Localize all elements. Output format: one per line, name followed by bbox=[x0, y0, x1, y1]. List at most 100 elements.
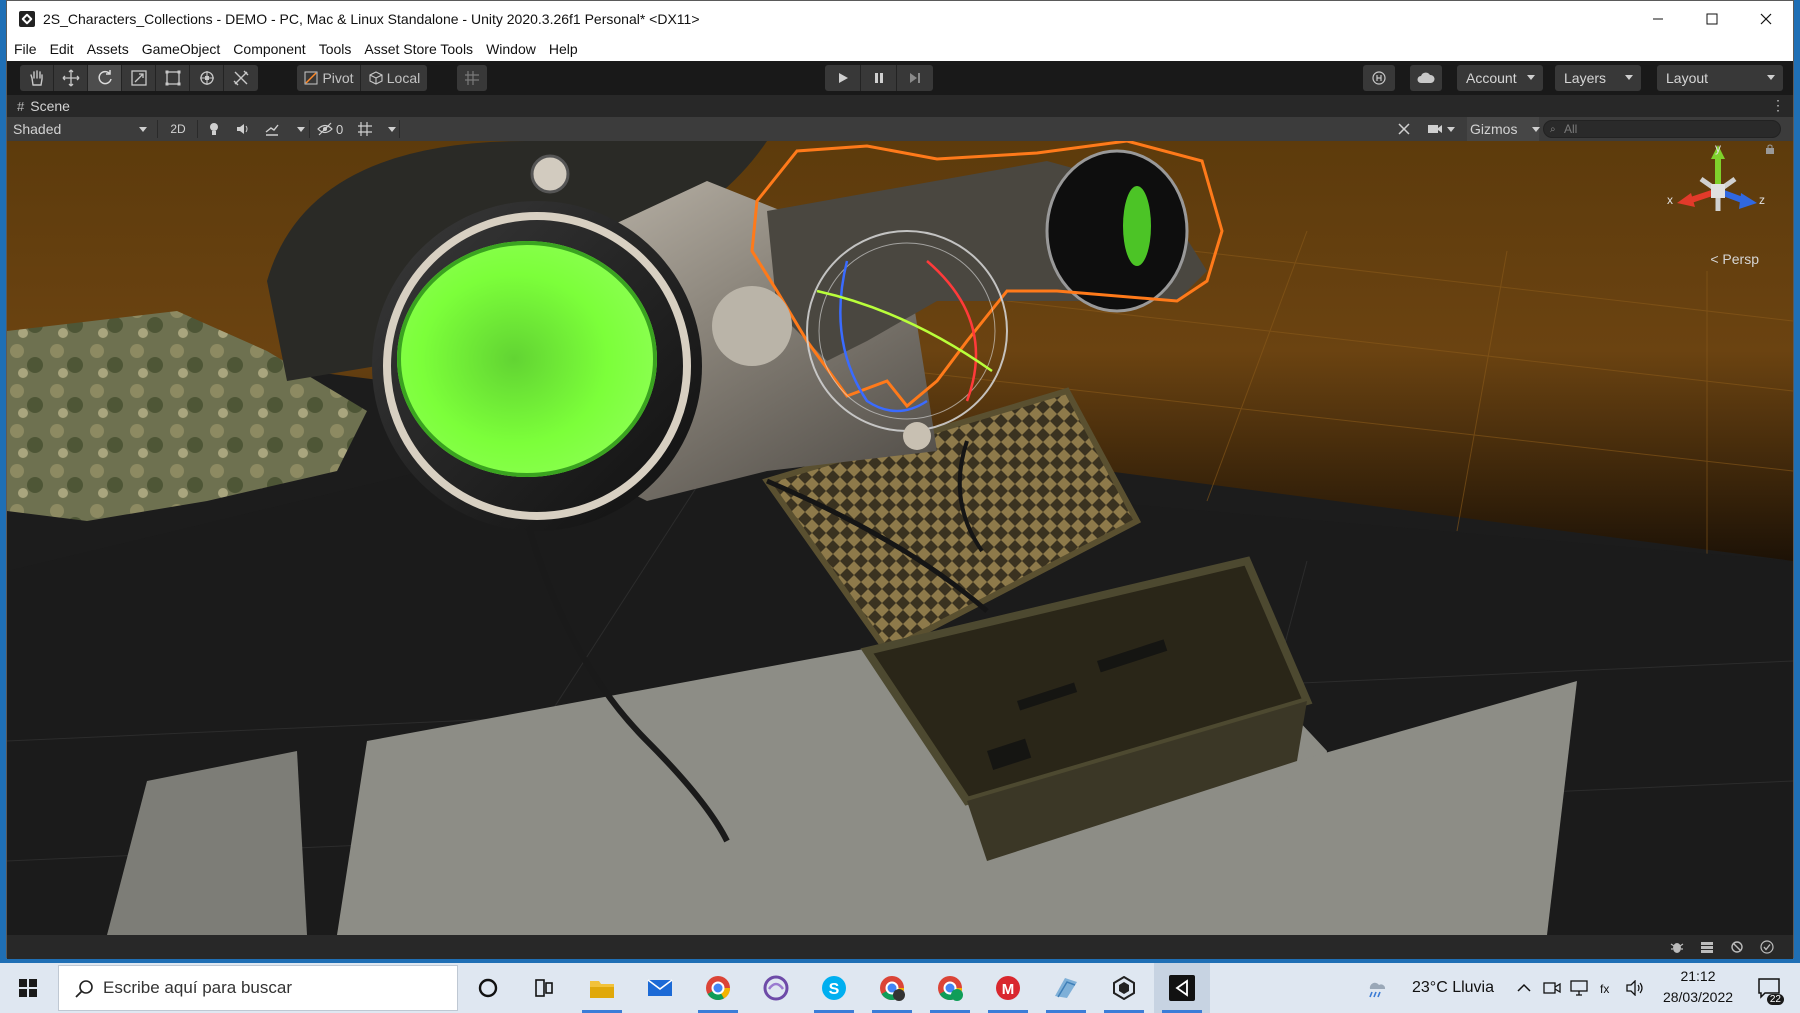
volume-icon[interactable] bbox=[1622, 963, 1650, 1013]
mega-icon[interactable]: M bbox=[980, 963, 1036, 1013]
pause-icon[interactable] bbox=[861, 65, 897, 91]
shading-mode-dropdown[interactable]: Shaded bbox=[13, 117, 153, 141]
notification-center-icon[interactable]: 22 bbox=[1744, 963, 1794, 1013]
hand-tool-icon[interactable] bbox=[20, 65, 54, 91]
step-icon[interactable] bbox=[897, 65, 933, 91]
lighting-toggle-icon[interactable] bbox=[207, 117, 225, 141]
chrome-profile-2-icon[interactable] bbox=[922, 963, 978, 1013]
svg-text:S: S bbox=[829, 981, 840, 998]
cloud-icon[interactable] bbox=[1410, 65, 1442, 91]
edge-beta-icon[interactable] bbox=[748, 963, 804, 1013]
axis-x-label: x bbox=[1667, 193, 1673, 207]
progress-stack-icon[interactable] bbox=[1699, 940, 1715, 954]
scene-tab[interactable]: Scene bbox=[30, 98, 70, 114]
windows-start-icon[interactable] bbox=[0, 963, 56, 1013]
window-title: 2S_Characters_Collections - DEMO - PC, M… bbox=[43, 11, 700, 27]
play-icon[interactable] bbox=[825, 65, 861, 91]
mail-icon[interactable] bbox=[632, 963, 688, 1013]
gizmos-dropdown-icon[interactable] bbox=[1532, 127, 1540, 132]
transform-tool-icon[interactable] bbox=[190, 65, 224, 91]
local-toggle[interactable]: Local bbox=[361, 65, 427, 91]
audio-toggle-icon[interactable] bbox=[236, 117, 254, 141]
menu-help[interactable]: Help bbox=[549, 41, 578, 57]
effects-dropdown-icon[interactable] bbox=[297, 127, 305, 132]
tools-toggle-icon[interactable] bbox=[1397, 117, 1415, 141]
camera-settings-dropdown[interactable] bbox=[1427, 117, 1463, 141]
scene-viewport[interactable]: y x z < Persp bbox=[7, 141, 1793, 935]
move-tool-icon[interactable] bbox=[54, 65, 88, 91]
check-circle-icon[interactable] bbox=[1759, 940, 1775, 954]
menu-assets[interactable]: Assets bbox=[87, 41, 129, 57]
chevron-down-icon bbox=[1625, 75, 1633, 80]
more-options-icon[interactable]: ⋮ bbox=[1771, 97, 1785, 114]
menu-component[interactable]: Component bbox=[233, 41, 305, 57]
cortana-icon[interactable] bbox=[460, 963, 516, 1013]
scene-visibility-toggle[interactable]: 0 bbox=[317, 117, 353, 141]
gizmos-label: Gizmos bbox=[1470, 121, 1518, 137]
clock-date[interactable]: 28/03/2022 bbox=[1656, 989, 1740, 1005]
scene-search-field[interactable]: ⌕ All bbox=[1543, 120, 1781, 138]
chrome-icon[interactable] bbox=[690, 963, 746, 1013]
layers-label: Layers bbox=[1564, 70, 1607, 86]
menu-bar: File Edit Assets GameObject Component To… bbox=[7, 37, 1793, 61]
unity-app-icon bbox=[19, 11, 35, 27]
svg-text:M: M bbox=[1002, 981, 1015, 998]
file-explorer-icon[interactable] bbox=[574, 963, 630, 1013]
files-icon[interactable] bbox=[1038, 963, 1094, 1013]
collab-icon[interactable] bbox=[1363, 65, 1395, 91]
perspective-toggle[interactable]: < Persp bbox=[1710, 251, 1759, 267]
chevron-up-icon[interactable] bbox=[1510, 963, 1538, 1013]
chevron-down-icon bbox=[139, 127, 147, 132]
visual-studio-icon[interactable] bbox=[1154, 963, 1210, 1013]
scene-grid-icon: # bbox=[17, 98, 25, 114]
notification-badge: 22 bbox=[1766, 994, 1784, 1005]
effects-toggle-icon[interactable] bbox=[265, 117, 283, 141]
pivot-icon bbox=[304, 71, 318, 85]
maximize-icon[interactable] bbox=[1685, 1, 1739, 37]
auto-generate-lighting-icon[interactable] bbox=[1729, 940, 1745, 954]
layout-dropdown[interactable]: Layout bbox=[1657, 65, 1783, 91]
custom-tool-icon[interactable] bbox=[224, 65, 258, 91]
pivot-local-group: Pivot Local bbox=[297, 65, 427, 91]
2d-mode-toggle[interactable]: 2D bbox=[165, 117, 191, 141]
menu-asset-store-tools[interactable]: Asset Store Tools bbox=[364, 41, 473, 57]
unity-hub-icon[interactable] bbox=[1096, 963, 1152, 1013]
2d-mode-label: 2D bbox=[170, 122, 186, 136]
chrome-profile-icon[interactable] bbox=[864, 963, 920, 1013]
taskbar-search-input[interactable]: Escribe aquí para buscar bbox=[58, 965, 458, 1011]
lock-icon[interactable] bbox=[1765, 141, 1775, 154]
layers-dropdown[interactable]: Layers bbox=[1555, 65, 1641, 91]
windows-taskbar: Escribe aquí para buscar S M 23°C Lluvia… bbox=[0, 963, 1800, 1013]
task-view-icon[interactable] bbox=[516, 963, 572, 1013]
transform-tools bbox=[20, 65, 258, 91]
clock-time[interactable]: 21:12 bbox=[1663, 968, 1733, 984]
menu-gameobject[interactable]: GameObject bbox=[142, 41, 221, 57]
grid-dropdown-icon[interactable] bbox=[388, 127, 396, 132]
menu-tools[interactable]: Tools bbox=[319, 41, 352, 57]
scale-tool-icon[interactable] bbox=[122, 65, 156, 91]
window-controls bbox=[1631, 1, 1793, 37]
account-dropdown[interactable]: Account bbox=[1457, 65, 1543, 91]
minimize-icon[interactable] bbox=[1631, 1, 1685, 37]
rect-tool-icon[interactable] bbox=[156, 65, 190, 91]
weather-icon[interactable] bbox=[1362, 963, 1392, 1013]
language-icon[interactable]: fx bbox=[1594, 963, 1622, 1013]
search-icon: ⌕ bbox=[1550, 124, 1556, 135]
rotate-tool-icon[interactable] bbox=[88, 65, 122, 91]
menu-edit[interactable]: Edit bbox=[50, 41, 74, 57]
network-icon[interactable] bbox=[1566, 963, 1594, 1013]
meet-now-icon[interactable] bbox=[1538, 963, 1566, 1013]
menu-window[interactable]: Window bbox=[486, 41, 536, 57]
menu-file[interactable]: File bbox=[14, 41, 37, 57]
skype-icon[interactable]: S bbox=[806, 963, 862, 1013]
gizmos-toggle[interactable]: Gizmos bbox=[1467, 117, 1539, 141]
debug-icon[interactable] bbox=[1669, 940, 1685, 954]
grid-snap-icon[interactable] bbox=[457, 65, 487, 91]
close-icon[interactable] bbox=[1739, 1, 1793, 37]
weather-text[interactable]: 23°C Lluvia bbox=[1412, 979, 1494, 997]
orientation-gizmo[interactable]: y x z bbox=[1663, 141, 1773, 241]
pivot-toggle[interactable]: Pivot bbox=[297, 65, 361, 91]
grid-visibility-icon[interactable] bbox=[357, 117, 375, 141]
scene-render[interactable] bbox=[7, 141, 1793, 935]
hidden-eye-icon bbox=[317, 122, 333, 136]
